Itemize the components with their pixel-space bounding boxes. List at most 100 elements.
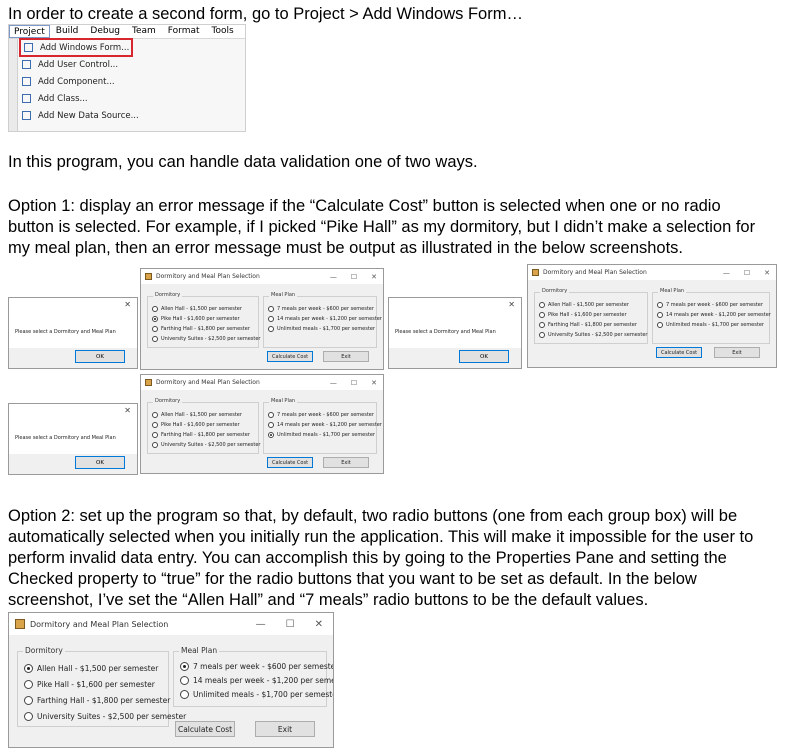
radio-7-meals[interactable]: 7 meals per week - $600 per semester <box>657 302 763 308</box>
window-title: Dormitory and Meal Plan Selection <box>156 379 260 386</box>
app-icon <box>15 619 25 629</box>
window-titlebar: Dormitory and Meal Plan Selection — ☐ ✕ <box>528 265 776 280</box>
paragraph-two-ways: In this program, you can handle data val… <box>8 153 478 171</box>
radio-7-meals[interactable]: 7 meals per week - $600 per semester <box>180 662 333 671</box>
exit-button[interactable]: Exit <box>714 347 760 358</box>
ok-button[interactable]: OK <box>75 350 125 363</box>
radio-pike-hall[interactable]: Pike Hall - $1,600 per semester <box>152 422 240 428</box>
minimize-icon[interactable]: — <box>330 379 337 387</box>
radio-allen-hall[interactable]: Allen Hall - $1,500 per semester <box>24 664 158 673</box>
error-message-text: Please select a Dormitory and Meal Plan <box>395 329 496 335</box>
radio-unlimited-meals[interactable]: Unlimited meals - $1,700 per semester <box>657 322 764 328</box>
vs-project-dropdown: Add Windows Form... Add User Control... … <box>17 38 245 131</box>
option2-line2: automatically selected when you initiall… <box>8 528 754 546</box>
maximize-icon[interactable]: ☐ <box>286 619 295 630</box>
radio-pike-hall[interactable]: Pike Hall - $1,600 per semester <box>539 312 627 318</box>
radio-14-meals[interactable]: 14 meals per week - $1,200 per semester <box>657 312 771 318</box>
radio-allen-hall[interactable]: Allen Hall - $1,500 per semester <box>152 412 242 418</box>
windows-form-icon <box>24 43 33 52</box>
close-icon[interactable]: ✕ <box>371 273 377 281</box>
window-titlebar: Dormitory and Meal Plan Selection — ☐ ✕ <box>141 375 383 390</box>
close-icon[interactable]: ✕ <box>508 300 515 309</box>
radio-14-meals[interactable]: 14 meals per week - $1,200 per semester <box>180 676 333 685</box>
error-message-text: Please select a Dormitory and Meal Plan <box>15 435 116 441</box>
option2-line4: Checked property to “true” for the radio… <box>8 570 697 588</box>
option2-line5: screenshot, I’ve set the “Allen Hall” an… <box>8 591 649 609</box>
maximize-icon[interactable]: ☐ <box>351 273 357 281</box>
menu-item-add-new-data-source[interactable]: Add New Data Source... <box>18 107 245 124</box>
radio-university-suites[interactable]: University Suites - $2,500 per semester <box>152 442 260 448</box>
close-icon[interactable]: ✕ <box>371 379 377 387</box>
error-message-text: Please select a Dormitory and Meal Plan <box>15 329 116 335</box>
window-title: Dormitory and Meal Plan Selection <box>543 269 647 276</box>
close-icon[interactable]: ✕ <box>124 300 131 309</box>
minimize-icon[interactable]: — <box>723 269 730 277</box>
option1-line2: button is selected. For example, if I pi… <box>8 218 756 236</box>
radio-pike-hall[interactable]: Pike Hall - $1,600 per semester <box>152 316 240 322</box>
radio-pike-hall[interactable]: Pike Hall - $1,600 per semester <box>24 680 155 689</box>
app-icon <box>145 273 152 280</box>
close-icon[interactable]: ✕ <box>124 406 131 415</box>
minimize-icon[interactable]: — <box>330 273 337 281</box>
radio-7-meals[interactable]: 7 meals per week - $600 per semester <box>268 412 374 418</box>
exit-button[interactable]: Exit <box>255 721 315 737</box>
dormitory-groupbox: Dormitory Allen Hall - $1,500 per semest… <box>17 646 186 727</box>
app-icon <box>532 269 539 276</box>
radio-14-meals[interactable]: 14 meals per week - $1,200 per semester <box>268 316 382 322</box>
radio-allen-hall[interactable]: Allen Hall - $1,500 per semester <box>539 302 629 308</box>
component-icon <box>22 77 31 86</box>
data-source-icon <box>22 111 31 120</box>
menu-project[interactable]: Project <box>9 25 50 38</box>
maximize-icon[interactable]: ☐ <box>744 269 750 277</box>
form-window-pike: Dormitory and Meal Plan Selection — ☐ ✕ Do… <box>140 268 384 370</box>
radio-farthing-hall[interactable]: Farthing Hall - $1,800 per semester <box>539 322 637 328</box>
radio-farthing-hall[interactable]: Farthing Hall - $1,800 per semester <box>152 326 250 332</box>
radio-unlimited-meals[interactable]: Unlimited meals - $1,700 per semester <box>268 326 375 332</box>
window-titlebar: Dormitory and Meal Plan Selection — ☐ ✕ <box>141 269 383 284</box>
intro-text: In order to create a second form, go to … <box>8 5 523 23</box>
menu-tools[interactable]: Tools <box>206 25 240 38</box>
app-icon <box>145 379 152 386</box>
menu-item-add-class[interactable]: Add Class... <box>18 90 245 107</box>
calculate-cost-button[interactable]: Calculate Cost <box>267 351 313 362</box>
meal-plan-groupbox: Meal Plan 7 meals per week - $600 per se… <box>173 646 333 707</box>
radio-7-meals[interactable]: 7 meals per week - $600 per semester <box>268 306 374 312</box>
vs-menubar: Project Build Debug Team Format Tools <box>9 25 245 39</box>
menu-team[interactable]: Team <box>126 25 162 38</box>
minimize-icon[interactable]: — <box>256 619 266 630</box>
meal-plan-groupbox: Meal Plan 7 meals per week - $600 per se… <box>652 288 771 344</box>
radio-university-suites[interactable]: University Suites - $2,500 per semester <box>539 332 647 338</box>
radio-university-suites[interactable]: University Suites - $2,500 per semester <box>24 712 186 721</box>
radio-farthing-hall[interactable]: Farthing Hall - $1,800 per semester <box>152 432 250 438</box>
window-titlebar: Dormitory and Meal Plan Selection — ☐ ✕ <box>9 613 333 635</box>
menu-item-add-user-control[interactable]: Add User Control... <box>18 56 245 73</box>
radio-allen-hall[interactable]: Allen Hall - $1,500 per semester <box>152 306 242 312</box>
radio-university-suites[interactable]: University Suites - $2,500 per semester <box>152 336 260 342</box>
menu-format[interactable]: Format <box>162 25 206 38</box>
error-message-box-3: ✕ Please select a Dormitory and Meal Pla… <box>8 403 138 475</box>
radio-unlimited-meals[interactable]: Unlimited meals - $1,700 per semester <box>268 432 375 438</box>
radio-farthing-hall[interactable]: Farthing Hall - $1,800 per semester <box>24 696 170 705</box>
meal-plan-groupbox: Meal Plan 7 meals per week - $600 per se… <box>263 292 382 348</box>
close-icon[interactable]: ✕ <box>315 619 323 630</box>
menu-build[interactable]: Build <box>50 25 85 38</box>
exit-button[interactable]: Exit <box>323 457 369 468</box>
radio-unlimited-meals[interactable]: Unlimited meals - $1,700 per semester <box>180 690 333 699</box>
calculate-cost-button[interactable]: Calculate Cost <box>267 457 313 468</box>
option2-line1: Option 2: set up the program so that, by… <box>8 507 738 525</box>
ok-button[interactable]: OK <box>75 456 125 469</box>
exit-button[interactable]: Exit <box>323 351 369 362</box>
vs-project-menu-screenshot: Project Build Debug Team Format Tools Ad… <box>8 24 246 132</box>
menu-item-add-component[interactable]: Add Component... <box>18 73 245 90</box>
maximize-icon[interactable]: ☐ <box>351 379 357 387</box>
ok-button[interactable]: OK <box>459 350 509 363</box>
user-control-icon <box>22 60 31 69</box>
form-window-defaults: Dormitory and Meal Plan Selection — ☐ ✕ Do… <box>8 612 334 748</box>
dormitory-groupbox: Dormitory Allen Hall - $1,500 per semest… <box>147 292 260 348</box>
calculate-cost-button[interactable]: Calculate Cost <box>656 347 702 358</box>
close-icon[interactable]: ✕ <box>764 269 770 277</box>
menu-item-add-windows-form[interactable]: Add Windows Form... <box>19 38 133 57</box>
radio-14-meals[interactable]: 14 meals per week - $1,200 per semester <box>268 422 382 428</box>
menu-debug[interactable]: Debug <box>84 25 126 38</box>
calculate-cost-button[interactable]: Calculate Cost <box>175 721 235 737</box>
